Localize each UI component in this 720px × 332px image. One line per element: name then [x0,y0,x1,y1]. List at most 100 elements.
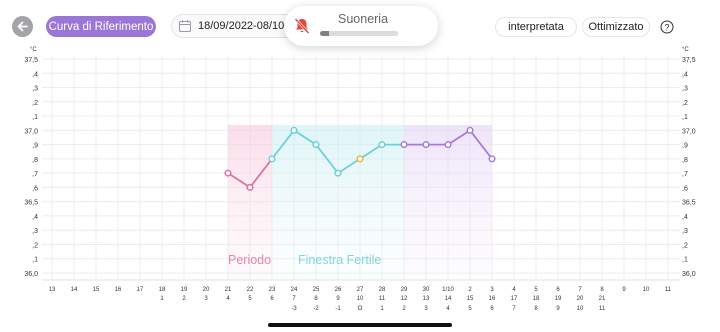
x-tick-cycle-day: 13 [423,296,430,302]
x-tick-date: 3 [490,287,494,293]
temperature-point[interactable] [246,183,254,191]
x-tick-ovulation-offset: 8 [534,306,538,312]
temperature-chart: Periodo Finestra Fertile 37,5 37,5 ,4 ,4 ,3 ,3… [24,47,696,312]
x-tick-date: 14 [71,287,78,293]
x-tick-cycle-day: 5 [248,296,252,302]
phase-label: Finestra Fertile [298,253,381,267]
y-tick-label-right: ,2 [682,242,688,249]
temperature-point[interactable] [334,169,342,177]
y-tick-label-left: ,1 [32,114,38,121]
x-tick-ovulation-offset: 10 [577,306,584,312]
x-tick-date: 29 [401,287,408,293]
x-tick-date: 10 [643,287,650,293]
x-tick-ovulation-offset: 9 [556,306,560,312]
y-tick-label-left: 36,5 [24,200,38,207]
x-tick-date: 8 [600,287,604,293]
ringer-volume-bar [320,31,398,36]
y-tick-label-left: ,3 [32,86,38,93]
x-tick-date: 27 [357,287,364,293]
temperature-point[interactable] [290,126,298,134]
x-tick-cycle-day: 9 [336,296,340,302]
x-tick-cycle-day: 6 [270,296,274,302]
x-tick-cycle-day: 21 [599,296,606,302]
x-tick-ovulation-offset: -3 [291,306,297,312]
y-tick-label-left: ,4 [32,71,38,78]
x-tick-date: 21 [225,287,232,293]
y-tick-label-right: ,7 [682,171,688,178]
temperature-point[interactable] [488,155,496,163]
ringer-label: Suoneria [338,12,389,26]
x-tick-date: 15 [93,287,100,293]
home-indicator[interactable] [268,323,452,327]
x-tick-cycle-day: 14 [445,296,452,302]
temperature-point[interactable] [268,155,276,163]
x-tick-ovulation-offset: 11 [599,306,606,312]
y-tick-label-right: ,6 [682,185,688,192]
phase-band [404,125,492,280]
x-tick-date: 30 [423,287,430,293]
x-tick-cycle-day: 20 [577,296,584,302]
ringer-overlay: Suoneria [284,6,438,46]
x-tick-cycle-day: 15 [467,296,474,302]
y-tick-label-left: ,6 [32,185,38,192]
x-tick-ovulation-offset: -1 [335,306,341,312]
x-tick-cycle-day: 4 [226,296,230,302]
x-tick-ovulation-offset: O [358,306,363,312]
y-tick-label-left: ,8 [32,157,38,164]
x-tick-cycle-day: 10 [357,296,364,302]
y-tick-label-right: 37,0 [682,128,696,135]
x-tick-cycle-day: 16 [489,296,496,302]
temperature-point[interactable] [312,141,320,149]
x-tick-cycle-day: 7 [292,296,296,302]
temperature-point[interactable] [400,141,408,149]
y-tick-label-right: ,2 [682,100,688,107]
temperature-point[interactable] [378,141,386,149]
y-tick-label-left: ,2 [32,100,38,107]
x-tick-ovulation-offset: 5 [468,306,472,312]
x-tick-cycle-day: 8 [314,296,318,302]
x-tick-date: 2 [468,287,472,293]
temperature-point[interactable] [422,141,430,149]
x-tick-ovulation-offset: 7 [512,306,516,312]
y-unit-left: °C [30,47,37,53]
y-tick-label-left: ,3 [32,228,38,235]
y-tick-label-left: ,4 [32,214,38,221]
y-tick-label-right: ,9 [682,143,688,150]
temperature-point[interactable] [444,141,452,149]
y-tick-label-right: 36,5 [682,200,696,207]
x-tick-ovulation-offset: 1 [380,306,384,312]
x-tick-date: 24 [291,287,298,293]
temperature-point[interactable] [466,126,474,134]
x-tick-date: 9 [622,287,626,293]
y-tick-label-right: ,4 [682,71,688,78]
x-tick-ovulation-offset: -2 [313,306,319,312]
y-tick-label-right: ,4 [682,214,688,221]
ringer-volume-fill [320,31,330,36]
x-tick-date: 19 [181,287,188,293]
y-tick-label-right: ,8 [682,157,688,164]
x-tick-cycle-day: 11 [379,296,386,302]
x-tick-date: 20 [203,287,210,293]
temperature-point[interactable] [356,155,364,163]
x-tick-cycle-day: 19 [555,296,562,302]
x-tick-date: 6 [556,287,560,293]
y-tick-label-left: ,7 [32,171,38,178]
x-tick-cycle-day: 17 [511,296,518,302]
temperature-point[interactable] [224,169,232,177]
y-tick-label-right: 37,5 [682,57,696,64]
y-tick-label-right: ,3 [682,228,688,235]
x-tick-cycle-day: 1 [160,296,164,302]
y-tick-label-right: ,1 [682,257,688,264]
y-tick-label-right: 36,0 [682,271,696,278]
x-tick-cycle-day: 2 [182,296,186,302]
y-tick-label-left: ,9 [32,143,38,150]
x-tick-date: 11 [665,287,672,293]
x-tick-date: 23 [269,287,276,293]
x-tick-ovulation-offset: 2 [402,306,406,312]
x-tick-date: 26 [335,287,342,293]
y-tick-label-right: ,3 [682,86,688,93]
x-tick-date: 28 [379,287,386,293]
x-tick-ovulation-offset: 6 [490,306,494,312]
y-tick-label-left: ,1 [32,257,38,264]
x-tick-date: 25 [313,287,320,293]
